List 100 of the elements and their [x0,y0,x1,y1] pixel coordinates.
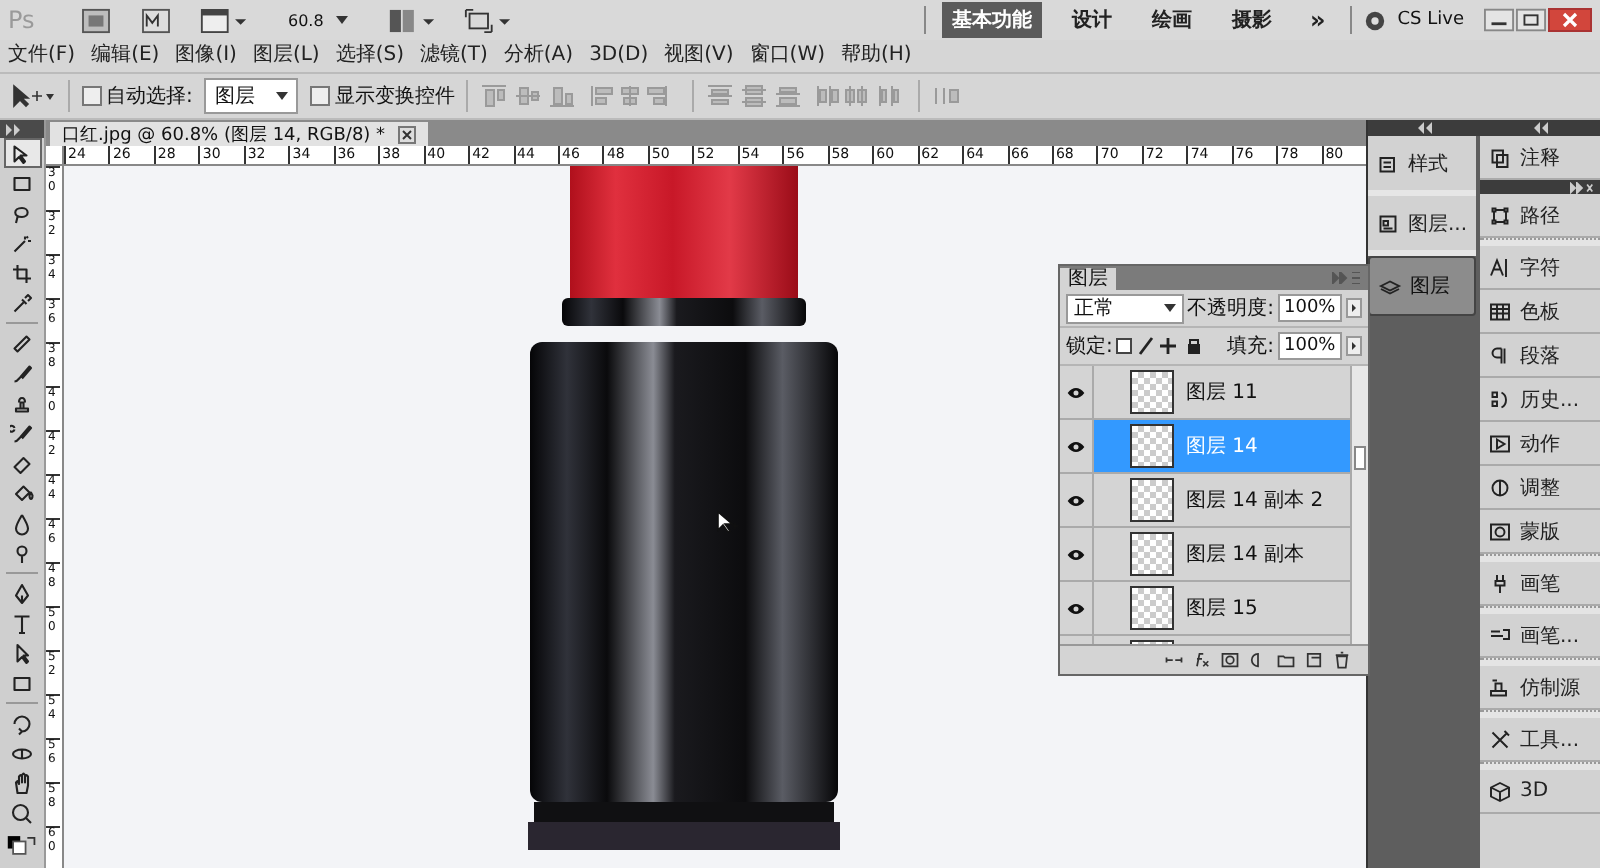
bucket-icon [10,481,34,505]
notes-icon [1488,145,1512,169]
layer-name: 图层 14 副本 [1186,541,1305,568]
rectangle-icon [10,671,34,695]
mask-icon[interactable] [1220,650,1240,670]
blend-mode-dropdown[interactable]: 正常 [1066,293,1184,323]
panel-button[interactable]: 样式 [1368,136,1476,196]
eye-icon[interactable] [1066,493,1086,507]
more-workspaces-button[interactable]: » [1301,6,1334,34]
menu-item[interactable]: 窗口(W) [749,40,825,68]
layer-name: 图层 15 [1186,596,1258,622]
eyedropper-icon [10,291,34,315]
opacity-field[interactable]: 100% [1278,294,1342,322]
cs-live-icon [1363,9,1386,31]
stamp-icon [10,391,34,415]
slider-toggle-icon[interactable] [1346,336,1362,356]
panel-button[interactable]: 路径 [1480,194,1600,238]
eraser-icon [10,451,34,475]
folder-icon[interactable] [1276,650,1296,670]
type-icon [10,611,34,635]
layer-thumbnail [1130,370,1174,414]
opacity-label: 不透明度: [1187,295,1274,322]
eye-icon[interactable] [1066,601,1086,615]
restore-icon[interactable] [1516,8,1546,32]
menu-item[interactable]: 选择(S) [335,40,404,68]
fill-label: 填充: [1227,333,1274,360]
contrast-icon [1488,475,1512,499]
zoom-icon [10,801,34,825]
panel-tab[interactable]: 图层 [1060,268,1116,290]
layer-row[interactable]: 图层 14 副本 [1060,528,1350,582]
menu-item[interactable]: 3D(D) [589,43,649,65]
layer-name: 图层 14 副本 2 [1186,487,1324,514]
eye-icon[interactable] [1066,385,1086,399]
caret-icon [335,16,348,24]
color-swatches-icon[interactable] [6,834,38,856]
screen-mode-icon[interactable] [463,7,512,33]
lock-options-icon[interactable] [1116,336,1205,356]
caret-icon [1163,304,1176,312]
arrange-documents-icon[interactable] [387,7,436,33]
menu-item[interactable]: 分析(A) [503,40,574,68]
view-extras-icon[interactable] [200,7,248,33]
workspace-tab[interactable]: 摄影 [1221,2,1282,38]
slider-toggle-icon[interactable] [1346,298,1362,318]
layer-thumbnail [1130,532,1174,576]
mask-icon [1488,519,1512,543]
menu-item[interactable]: 图层(L) [252,40,320,68]
eye-icon[interactable] [1066,547,1086,561]
layer-row[interactable]: 图层 15 [1060,582,1350,636]
play-icon [1488,431,1512,455]
new-layer-icon[interactable] [1304,650,1324,670]
close-icon[interactable] [397,125,416,143]
lock-label: 锁定: [1066,333,1113,360]
eye-icon[interactable] [1066,439,1086,453]
bandage-icon [10,331,34,355]
workspace-tab[interactable]: 基本功能 [941,2,1042,38]
crop-icon [10,261,34,285]
workspace-tab[interactable]: 绘画 [1141,2,1202,38]
menu-item[interactable]: 滤镜(T) [419,40,488,68]
app-logo: Ps [8,6,37,34]
menu-item[interactable]: 图像(I) [175,40,237,68]
layer-thumbnail [1130,424,1174,468]
move-icon [10,141,34,165]
path-icon [1488,203,1512,227]
trash-icon[interactable] [1332,650,1352,670]
tool-preset-picker[interactable] [12,84,56,108]
layer-name: 图层 11 [1186,380,1258,406]
menu-item[interactable]: 编辑(E) [91,40,160,68]
caret-icon [276,92,289,100]
layer-thumbnail [1130,478,1174,522]
cube-icon [1488,779,1512,803]
rotate-icon [10,711,34,735]
drop-icon [10,511,34,535]
wand-icon [10,231,34,255]
workspace-tab[interactable]: 设计 [1061,2,1122,38]
close-icon[interactable] [1548,8,1592,32]
pen-icon [10,581,34,605]
minimize-icon[interactable] [1484,8,1514,32]
scrollbar[interactable] [1350,366,1368,644]
show-transform-checkbox[interactable]: 显示变换控件 [310,82,455,110]
tool-button[interactable] [3,138,41,168]
panel-button[interactable]: 图层 [1368,256,1476,316]
menu-item[interactable]: 帮助(H) [841,40,912,68]
stamp-icon [1488,675,1512,699]
history-icon [1488,387,1512,411]
layer-comps-icon [1376,211,1400,235]
panel-button[interactable]: 图层... [1368,196,1476,256]
auto-select-dropdown[interactable]: 图层 [204,78,299,114]
layer-row[interactable]: 图层 14 副本 2 [1060,474,1350,528]
menu-item[interactable]: 文件(F) [8,40,76,68]
cs-live-menu[interactable]: CS Live [1397,10,1464,30]
arrow-icon [10,641,34,665]
marquee-icon [10,171,34,195]
menu-item[interactable]: 视图(V) [664,40,734,68]
character-icon [1488,255,1512,279]
document-tab[interactable]: 口红.jpg @ 60.8% (图层 14, RGB/8) * [50,122,428,146]
zoom-level-dropdown[interactable]: 60.8 [288,11,348,29]
fill-field[interactable]: 100% [1278,332,1342,360]
layer-thumbnail [1130,586,1174,630]
swatches-icon [1488,299,1512,323]
auto-select-checkbox[interactable]: 自动选择: [82,82,193,110]
